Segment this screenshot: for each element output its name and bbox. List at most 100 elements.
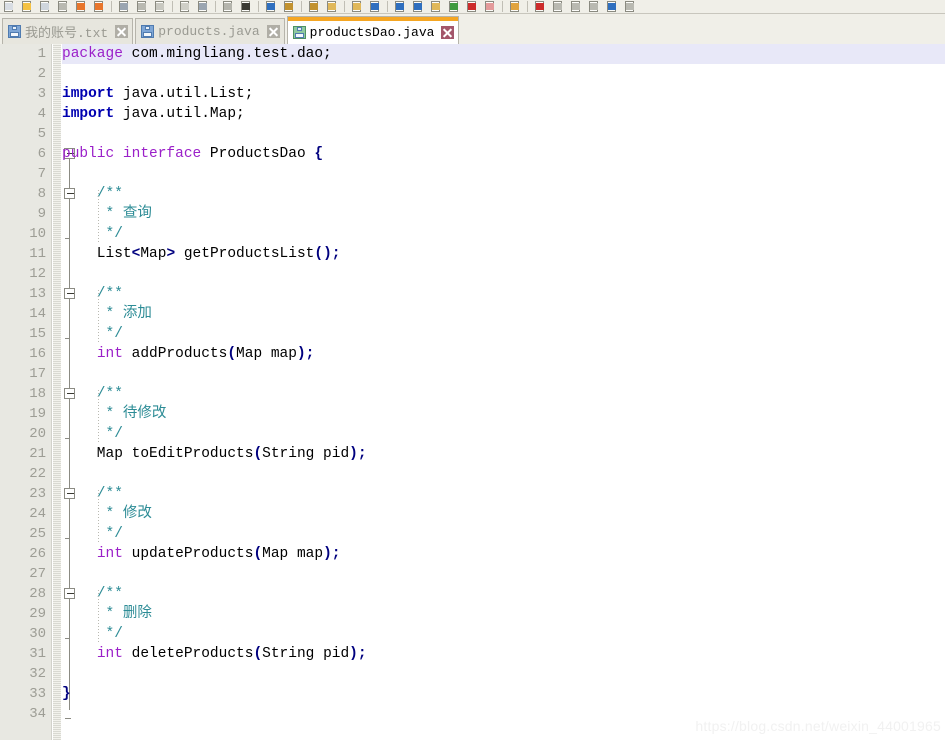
tab-productsdao-java[interactable]: productsDao.java: [286, 16, 460, 44]
line-content[interactable]: * 添加: [62, 304, 152, 324]
line-content[interactable]: import java.util.List;: [62, 84, 253, 104]
code-line[interactable]: 20 */: [0, 424, 945, 444]
line-content[interactable]: /**: [62, 584, 123, 604]
code-line[interactable]: 31 int deleteProducts(String pid);: [0, 644, 945, 664]
code-line[interactable]: 19 * 待修改: [0, 404, 945, 424]
code-line[interactable]: 4 import java.util.Map;: [0, 104, 945, 124]
line-content[interactable]: /**: [62, 284, 123, 304]
sync-scroll-vertical-icon[interactable]: [325, 0, 339, 13]
line-content[interactable]: /**: [62, 484, 123, 504]
word-wrap-icon[interactable]: [368, 0, 382, 13]
code-line[interactable]: 21 Map toEditProducts(String pid);: [0, 444, 945, 464]
macro-save-icon[interactable]: [508, 0, 522, 13]
code-line[interactable]: 2: [0, 64, 945, 84]
code-line[interactable]: 22: [0, 464, 945, 484]
code-line[interactable]: 3 import java.util.List;: [0, 84, 945, 104]
code-line[interactable]: 5: [0, 124, 945, 144]
code-line[interactable]: 16 int addProducts(Map map);: [0, 344, 945, 364]
code-line[interactable]: 26 int updateProducts(Map map);: [0, 544, 945, 564]
code-line[interactable]: 24 * 修改: [0, 504, 945, 524]
code-line[interactable]: 25 */: [0, 524, 945, 544]
multi-macro-icon[interactable]: [605, 0, 619, 13]
new-document-icon[interactable]: [2, 0, 16, 13]
line-content[interactable]: import java.util.Map;: [62, 104, 245, 124]
code-line[interactable]: 27: [0, 564, 945, 584]
line-content[interactable]: package com.mingliang.test.dao;: [62, 44, 332, 64]
show-all-characters-icon[interactable]: [393, 0, 407, 13]
line-content[interactable]: */: [62, 524, 123, 544]
print-icon[interactable]: [117, 0, 131, 13]
save-icon[interactable]: [38, 0, 52, 13]
code-lines[interactable]: 1 package com.mingliang.test.dao; 2 3 import…: [0, 44, 945, 724]
code-line[interactable]: 33}: [0, 684, 945, 704]
line-content[interactable]: public interface ProductsDao {: [62, 144, 323, 164]
line-content[interactable]: */: [62, 424, 123, 444]
close-document-icon[interactable]: [74, 0, 88, 13]
undo-icon[interactable]: [196, 0, 210, 13]
code-line[interactable]: 7: [0, 164, 945, 184]
sync-scroll-horizontal-icon[interactable]: [350, 0, 364, 13]
start-macro-icon[interactable]: [551, 0, 565, 13]
line-content[interactable]: int addProducts(Map map);: [62, 344, 315, 364]
code-line[interactable]: 14 * 添加: [0, 304, 945, 324]
close-tab-icon[interactable]: [266, 25, 280, 38]
macro-playback-icon[interactable]: [483, 0, 497, 13]
code-line[interactable]: 13 /**: [0, 284, 945, 304]
close-all-documents-icon[interactable]: [92, 0, 106, 13]
code-line[interactable]: 28 /**: [0, 584, 945, 604]
line-content[interactable]: * 修改: [62, 504, 152, 524]
code-editor[interactable]: 1 package com.mingliang.test.dao; 2 3 import…: [0, 44, 945, 740]
code-line[interactable]: 18 /**: [0, 384, 945, 404]
line-content[interactable]: */: [62, 224, 123, 244]
code-line[interactable]: 8 /**: [0, 184, 945, 204]
zoom-in-icon[interactable]: [282, 0, 296, 13]
run-icon[interactable]: [533, 0, 547, 13]
find-icon[interactable]: [239, 0, 253, 13]
macro-record-icon[interactable]: [447, 0, 461, 13]
code-line[interactable]: 12: [0, 264, 945, 284]
replace-icon[interactable]: [264, 0, 278, 13]
show-indent-guide-icon[interactable]: [411, 0, 425, 13]
copy-icon[interactable]: [153, 0, 167, 13]
macro-stop-icon[interactable]: [465, 0, 479, 13]
cut-icon[interactable]: [135, 0, 149, 13]
line-content[interactable]: * 删除: [62, 604, 152, 624]
tab-products-java[interactable]: products.java: [135, 18, 285, 44]
line-content[interactable]: }: [62, 684, 71, 704]
code-line[interactable]: 9 * 查询: [0, 204, 945, 224]
redo-icon[interactable]: [221, 0, 235, 13]
close-tab-icon[interactable]: [441, 25, 455, 39]
code-line[interactable]: 32: [0, 664, 945, 684]
zoom-out-icon[interactable]: [307, 0, 321, 13]
code-line[interactable]: 30 */: [0, 624, 945, 644]
show-uppercase-icon[interactable]: [429, 0, 443, 13]
code-line[interactable]: 1 package com.mingliang.test.dao;: [0, 44, 945, 64]
toolbar-separator: [387, 1, 388, 12]
line-content[interactable]: */: [62, 324, 123, 344]
code-line[interactable]: 17: [0, 364, 945, 384]
line-content[interactable]: /**: [62, 184, 123, 204]
line-content[interactable]: Map toEditProducts(String pid);: [62, 444, 367, 464]
line-content[interactable]: * 待修改: [62, 404, 167, 424]
close-tab-icon[interactable]: [115, 25, 129, 38]
line-content[interactable]: List<Map> getProductsList();: [62, 244, 341, 264]
line-content[interactable]: */: [62, 624, 123, 644]
code-line[interactable]: 23 /**: [0, 484, 945, 504]
line-content[interactable]: int updateProducts(Map map);: [62, 544, 341, 564]
code-line[interactable]: 11 List<Map> getProductsList();: [0, 244, 945, 264]
line-content[interactable]: int deleteProducts(String pid);: [62, 644, 367, 664]
line-content[interactable]: * 查询: [62, 204, 152, 224]
document-map-icon[interactable]: [623, 0, 637, 13]
play-macro-icon[interactable]: [587, 0, 601, 13]
code-line[interactable]: 15 */: [0, 324, 945, 344]
code-line[interactable]: 6 public interface ProductsDao {: [0, 144, 945, 164]
tab-wodezhanghao-txt[interactable]: 我的账号.txt: [2, 18, 134, 44]
open-folder-icon[interactable]: [20, 0, 34, 13]
code-line[interactable]: 29 * 删除: [0, 604, 945, 624]
stop-macro-icon[interactable]: [569, 0, 583, 13]
line-content[interactable]: /**: [62, 384, 123, 404]
save-all-icon[interactable]: [56, 0, 70, 13]
paste-icon[interactable]: [178, 0, 192, 13]
code-line[interactable]: 10 */: [0, 224, 945, 244]
token-cmt: */: [62, 626, 123, 642]
